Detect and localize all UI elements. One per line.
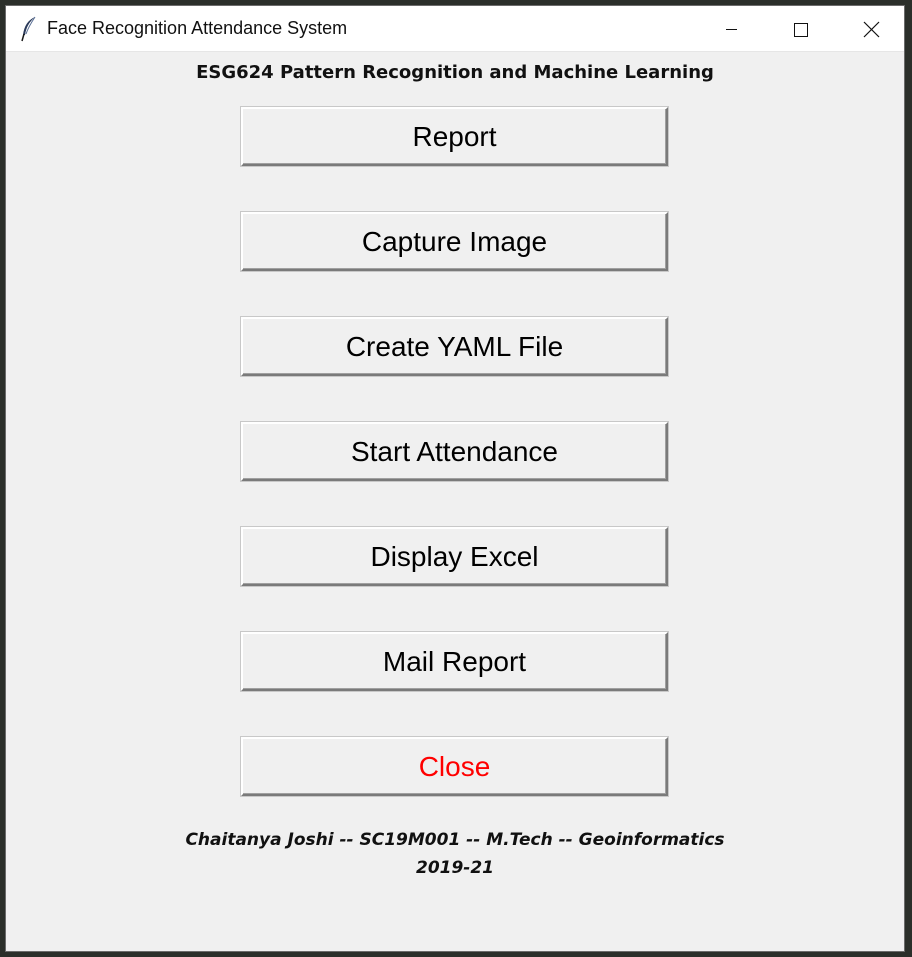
author-credit: Chaitanya Joshi -- SC19M001 -- M.Tech --… — [185, 830, 725, 850]
maximize-icon — [794, 23, 808, 37]
academic-years: 2019-21 — [415, 858, 495, 878]
close-window-button[interactable] — [836, 6, 906, 52]
display-excel-button[interactable]: Display Excel — [241, 527, 668, 586]
start-attendance-button[interactable]: Start Attendance — [241, 422, 668, 481]
main-panel: ESG624 Pattern Recognition and Machine L… — [6, 52, 904, 952]
create-yaml-file-button[interactable]: Create YAML File — [241, 317, 668, 376]
close-button[interactable]: Close — [241, 737, 668, 796]
window-title: Face Recognition Attendance System — [47, 18, 348, 38]
minimize-button[interactable] — [696, 6, 766, 52]
course-title: ESG624 Pattern Recognition and Machine L… — [196, 62, 714, 83]
mail-report-button[interactable]: Mail Report — [241, 632, 668, 691]
title-bar[interactable]: Face Recognition Attendance System — [6, 6, 904, 52]
capture-image-button[interactable]: Capture Image — [241, 212, 668, 271]
maximize-button[interactable] — [766, 6, 836, 52]
app-window: Face Recognition Attendance System ESG62… — [5, 5, 905, 952]
report-button[interactable]: Report — [241, 107, 668, 166]
minimize-icon — [726, 29, 737, 30]
close-icon — [863, 21, 880, 38]
feather-icon — [20, 16, 38, 42]
